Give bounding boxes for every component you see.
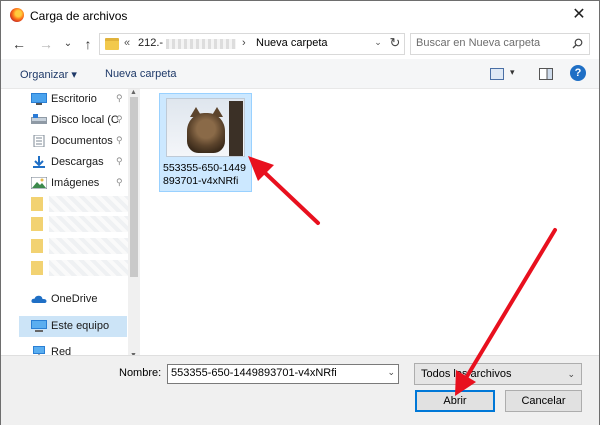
- downloads-icon: [33, 156, 45, 168]
- open-button[interactable]: Abrir: [415, 390, 495, 412]
- sidebar-item-label: Este equipo: [51, 320, 110, 332]
- sidebar-item-label: Imágenes: [51, 177, 100, 189]
- cat-thumbnail-image: [166, 98, 245, 157]
- desktop-icon: [31, 93, 47, 105]
- search-input[interactable]: [416, 37, 566, 49]
- drive-icon: [31, 114, 47, 124]
- redacted-folder-name[interactable]: [49, 260, 133, 276]
- computer-icon: [31, 320, 47, 332]
- scroll-up-icon[interactable]: ▲: [130, 89, 137, 96]
- up-arrow-icon[interactable]: ↑: [80, 36, 96, 52]
- pin-icon: ⚲: [116, 156, 123, 166]
- back-arrow-icon[interactable]: ←: [11, 36, 27, 52]
- search-box[interactable]: [410, 33, 590, 55]
- sidebar-item-label: OneDrive: [51, 293, 98, 305]
- help-icon[interactable]: ?: [570, 65, 586, 81]
- view-dropdown-icon[interactable]: ▾: [510, 67, 515, 78]
- new-folder-button[interactable]: Nueva carpeta: [105, 68, 177, 80]
- file-list: 553355-650-1449893701-v4xNRfi: [141, 89, 599, 355]
- sidebar-item-imagenes[interactable]: Imágenes ⚲: [19, 173, 127, 194]
- view-options-icon[interactable]: [490, 68, 504, 80]
- tree-trunk: [229, 101, 243, 156]
- recent-locations-icon[interactable]: ⌄: [60, 36, 76, 52]
- command-bar: Organizar ▾ Nueva carpeta ▾ ?: [1, 59, 599, 89]
- sidebar-item-este-equipo[interactable]: Este equipo: [19, 316, 127, 337]
- pin-icon: ⚲: [116, 135, 123, 145]
- file-item[interactable]: 553355-650-1449893701-v4xNRfi: [159, 93, 252, 192]
- folder-icon: [31, 261, 43, 275]
- folder-icon: [31, 217, 43, 231]
- onedrive-icon: [31, 295, 47, 303]
- redacted-path: [166, 39, 236, 49]
- close-button[interactable]: ✕: [565, 3, 593, 27]
- sidebar-item-label: Disco local (C: [51, 114, 119, 126]
- firefox-icon: [10, 8, 24, 22]
- folder-icon: [31, 197, 43, 211]
- breadcrumb-overflow-icon[interactable]: «: [124, 37, 130, 49]
- navigation-pane-scrollbar[interactable]: ▲ ▼: [128, 89, 140, 359]
- redacted-folder-name[interactable]: [49, 238, 133, 254]
- file-name-input[interactable]: [171, 367, 381, 379]
- documents-icon: [33, 135, 45, 147]
- folder-icon: [31, 239, 43, 253]
- cancel-button[interactable]: Cancelar: [505, 390, 582, 412]
- breadcrumb-segment[interactable]: 212.-: [138, 37, 163, 49]
- pin-icon: ⚲: [116, 177, 123, 187]
- pictures-icon: [31, 177, 47, 189]
- file-type-value: Todos los archivos: [421, 368, 512, 380]
- navigation-pane: Escritorio ⚲ Disco local (C ⚲ Documentos…: [19, 89, 134, 361]
- chevron-down-icon[interactable]: ⌄: [567, 369, 575, 380]
- chevron-down-icon[interactable]: ⌄: [387, 367, 395, 378]
- sidebar-item-label: Documentos: [51, 135, 113, 147]
- sidebar-item-escritorio[interactable]: Escritorio ⚲: [19, 89, 127, 110]
- redacted-folder-name[interactable]: [49, 216, 133, 232]
- sidebar-item-label: Escritorio: [51, 93, 97, 105]
- sidebar-item-onedrive[interactable]: OneDrive: [19, 289, 127, 310]
- sidebar-item-label: Descargas: [51, 156, 104, 168]
- address-dropdown-icon[interactable]: ⌄: [371, 37, 385, 48]
- window-title: Carga de archivos: [30, 9, 128, 23]
- file-type-select[interactable]: Todos los archivos ⌄: [414, 363, 582, 385]
- organize-menu-button[interactable]: Organizar ▾: [20, 68, 77, 81]
- sidebar-item-disco-local[interactable]: Disco local (C ⚲: [19, 110, 127, 131]
- cat-figure: [187, 113, 225, 153]
- folder-icon: [105, 38, 119, 50]
- file-name: 553355-650-1449893701-v4xNRfi: [163, 162, 246, 187]
- address-bar[interactable]: « 212.- › Nueva carpeta ⌄ ↻: [99, 33, 405, 55]
- file-name-label: Nombre:: [119, 367, 162, 379]
- search-icon[interactable]: [572, 38, 583, 49]
- pin-icon: ⚲: [116, 93, 123, 103]
- sidebar-item-documentos[interactable]: Documentos ⚲: [19, 131, 127, 152]
- file-name-combobox[interactable]: ⌄: [167, 364, 399, 384]
- file-open-dialog: Carga de archivos ✕ ← → ⌄ ↑ « 212.- › Nu…: [0, 0, 600, 425]
- dialog-footer: Nombre: ⌄ Todos los archivos ⌄ Abrir Can…: [1, 355, 599, 425]
- navigation-bar: ← → ⌄ ↑ « 212.- › Nueva carpeta ⌄ ↻: [1, 29, 599, 59]
- pin-icon: ⚲: [116, 114, 123, 124]
- breadcrumb-current-folder[interactable]: Nueva carpeta: [256, 37, 328, 49]
- forward-arrow-icon[interactable]: →: [38, 36, 54, 52]
- breadcrumb-separator-icon[interactable]: ›: [242, 37, 246, 49]
- sidebar-item-descargas[interactable]: Descargas ⚲: [19, 152, 127, 173]
- scrollbar-thumb[interactable]: [130, 97, 138, 277]
- title-bar: Carga de archivos ✕: [1, 1, 599, 29]
- preview-pane-icon[interactable]: [539, 68, 553, 80]
- redacted-folder-name[interactable]: [49, 196, 133, 212]
- refresh-icon[interactable]: ↻: [387, 35, 403, 51]
